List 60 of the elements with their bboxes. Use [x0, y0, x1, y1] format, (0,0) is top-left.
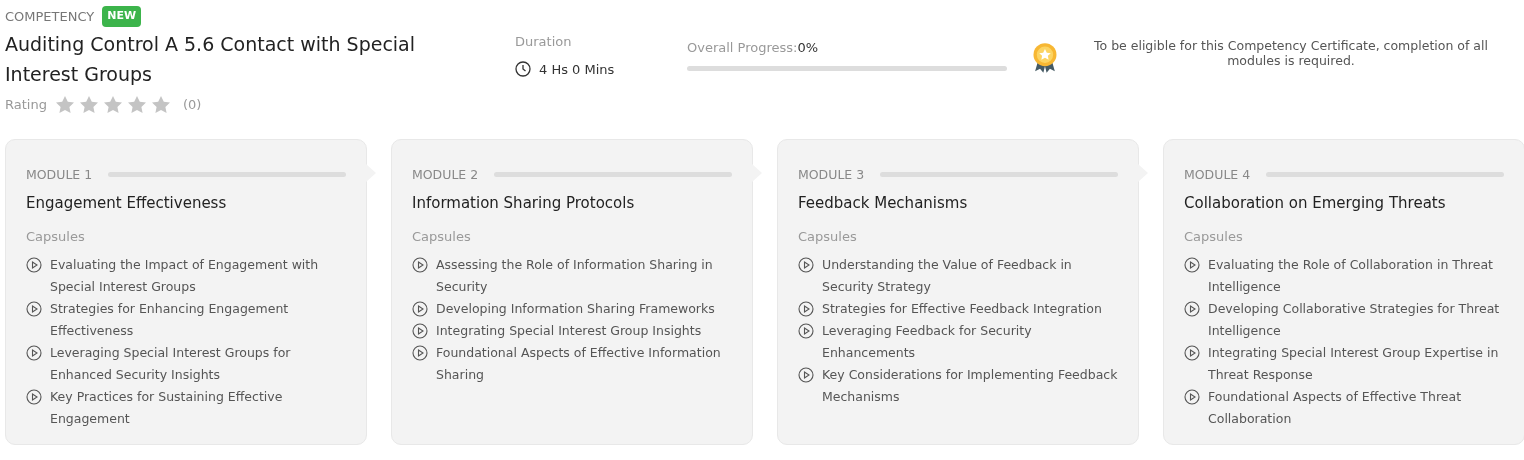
- play-icon: [26, 257, 42, 274]
- module-label: MODULE 3: [798, 165, 865, 184]
- play-icon: [1184, 257, 1200, 274]
- play-icon: [26, 301, 42, 318]
- capsule-link[interactable]: Developing Information Sharing Frameworks: [436, 298, 715, 321]
- capsules-label: Capsules: [1184, 227, 1244, 246]
- star-icon: [102, 94, 123, 115]
- play-icon: [412, 301, 428, 318]
- capsule-link[interactable]: Key Considerations for Implementing Feedback Mechanisms: [822, 364, 1118, 409]
- capsule-link[interactable]: Strategies for Enhancing Engagement Effectiveness: [50, 298, 346, 343]
- capsule-link[interactable]: Assessing the Role of Information Sharing in Security: [436, 254, 732, 299]
- certificate-note: To be eligible for this Competency Certificate, completion of all modules is required.: [1093, 38, 1489, 70]
- capsules-label: Capsules: [412, 227, 472, 246]
- capsule-link[interactable]: Foundational Aspects of Effective Information Sharing: [436, 342, 732, 387]
- play-icon: [412, 323, 428, 340]
- module-title: Information Sharing Protocols: [412, 193, 636, 215]
- star-icon: [78, 94, 99, 115]
- capsule-link[interactable]: Understanding the Value of Feedback in Security Strategy: [822, 254, 1118, 299]
- category-label: COMPETENCY: [5, 7, 95, 26]
- module-title: Collaboration on Emerging Threats: [1184, 193, 1447, 215]
- star-icon: [126, 94, 147, 115]
- progress-label: Overall Progress:: [687, 39, 798, 57]
- play-icon: [798, 367, 814, 384]
- capsule-link[interactable]: Leveraging Special Interest Groups for Enhanced Security Insights: [50, 342, 346, 387]
- capsule-link[interactable]: Foundational Aspects of Effective Threat Collaboration: [1208, 386, 1504, 431]
- capsule-link[interactable]: Evaluating the Impact of Engagement with Special Interest Groups: [50, 254, 346, 299]
- capsule-link[interactable]: Evaluating the Role of Collaboration in Threat Intelligence: [1208, 254, 1504, 299]
- play-icon: [798, 323, 814, 340]
- play-icon: [412, 257, 428, 274]
- capsule-link[interactable]: Key Practices for Sustaining Effective Engagement: [50, 386, 346, 431]
- capsule-link[interactable]: Leveraging Feedback for Security Enhancements: [822, 320, 1118, 365]
- capsule-link[interactable]: Integrating Special Interest Group Expertise in Threat Response: [1208, 342, 1504, 387]
- play-icon: [26, 345, 42, 362]
- module-label: MODULE 2: [412, 165, 479, 184]
- rating-count: (0): [182, 95, 202, 114]
- play-icon: [798, 257, 814, 274]
- play-icon: [1184, 389, 1200, 406]
- module-label: MODULE 1: [26, 165, 93, 184]
- course-title: Auditing Control A 5.6 Contact with Special Interest Groups: [5, 31, 417, 87]
- duration-value: 4 Hs 0 Mins: [539, 60, 615, 79]
- play-icon: [798, 301, 814, 318]
- new-badge: NEW: [102, 6, 142, 27]
- star-icon: [54, 94, 75, 115]
- play-icon: [412, 345, 428, 362]
- clock-icon: [515, 61, 531, 78]
- star-icon: [150, 94, 171, 115]
- progress-value: 0%: [797, 39, 819, 57]
- rating-label: Rating: [5, 95, 47, 114]
- capsules-label: Capsules: [798, 227, 858, 246]
- module-label: MODULE 4: [1184, 165, 1251, 184]
- capsule-link[interactable]: Integrating Special Interest Group Insights: [436, 320, 702, 343]
- play-icon: [1184, 301, 1200, 318]
- play-icon: [26, 389, 42, 406]
- module-title: Feedback Mechanisms: [798, 193, 969, 215]
- capsule-link[interactable]: Strategies for Effective Feedback Integration: [822, 298, 1102, 321]
- capsule-link[interactable]: Developing Collaborative Strategies for Threat Intelligence: [1208, 298, 1504, 343]
- module-title: Engagement Effectiveness: [26, 193, 228, 215]
- capsules-label: Capsules: [26, 227, 86, 246]
- duration-label: Duration: [515, 33, 573, 51]
- play-icon: [1184, 345, 1200, 362]
